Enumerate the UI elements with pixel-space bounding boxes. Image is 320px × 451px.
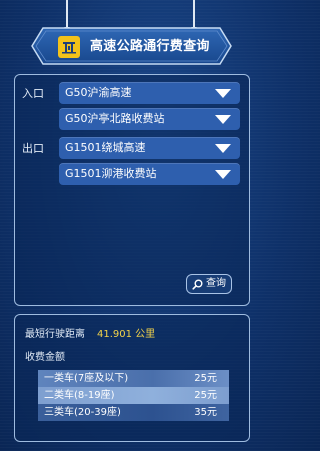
fee-price: 25元	[194, 390, 217, 401]
vehicle-class: 一类车(7座及以下)	[44, 373, 129, 384]
fee-row: 三类车(20-39座) 35元	[38, 404, 229, 421]
fee-table: 一类车(7座及以下) 25元 二类车(8-19座) 25元 三类车(20-39座…	[38, 370, 229, 421]
query-button-label: 查询	[206, 278, 226, 289]
entry-label: 入口	[22, 87, 44, 100]
fee-row: 二类车(8-19座) 25元	[38, 387, 229, 404]
exit-highway-value: G1501绕城高速	[65, 141, 146, 154]
fee-label: 收费金额	[25, 352, 65, 363]
dropdown-arrow-icon	[215, 89, 231, 98]
hanging-wire-right	[191, 0, 197, 31]
dropdown-arrow-icon	[215, 144, 231, 153]
toll-station-icon	[58, 36, 80, 58]
dropdown-arrow-icon	[215, 170, 231, 179]
exit-station-select[interactable]: G1501泖港收费站	[59, 163, 240, 185]
entry-station-value: G50沪亭北路收费站	[65, 112, 165, 125]
query-button[interactable]: 查询	[186, 274, 232, 294]
fee-row: 一类车(7座及以下) 25元	[38, 370, 229, 387]
exit-station-value: G1501泖港收费站	[65, 167, 157, 180]
distance-label: 最短行驶距离	[25, 329, 85, 340]
vehicle-class: 二类车(8-19座)	[44, 390, 115, 401]
search-icon	[192, 279, 203, 290]
fee-price: 25元	[194, 373, 217, 384]
hanging-wire-left	[64, 0, 70, 31]
vehicle-class: 三类车(20-39座)	[44, 407, 121, 418]
exit-highway-select[interactable]: G1501绕城高速	[59, 137, 240, 159]
page-title: 高速公路通行费查询	[90, 39, 210, 54]
dropdown-arrow-icon	[215, 115, 231, 124]
entry-highway-select[interactable]: G50沪渝高速	[59, 82, 240, 104]
entry-station-select[interactable]: G50沪亭北路收费站	[59, 108, 240, 130]
distance-value: 41.901 公里	[97, 329, 156, 340]
entry-highway-value: G50沪渝高速	[65, 86, 132, 99]
fee-price: 35元	[194, 407, 217, 418]
exit-label: 出口	[22, 142, 44, 155]
